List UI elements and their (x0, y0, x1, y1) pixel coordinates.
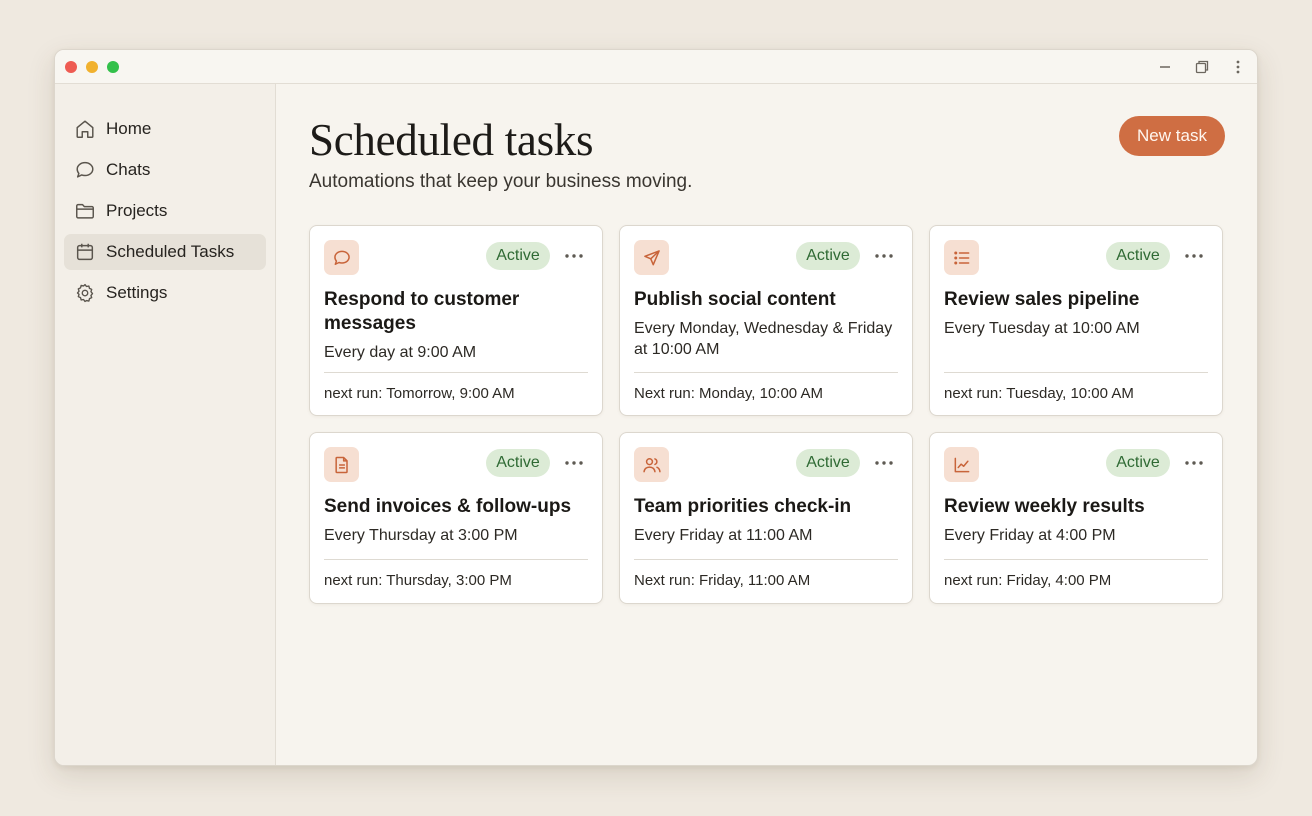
gear-icon (74, 282, 96, 304)
task-card[interactable]: Active Publish social content Every Mond… (619, 225, 913, 416)
task-next-run: next run: Friday, 4:00 PM (944, 572, 1112, 589)
close-window-button[interactable] (65, 61, 77, 73)
more-horizontal-icon[interactable] (1182, 451, 1206, 475)
sidebar-item-chats[interactable]: Chats (64, 152, 266, 188)
sidebar-item-home[interactable]: Home (64, 111, 266, 147)
task-title: Respond to customer messages (324, 289, 520, 334)
line-chart-icon (944, 447, 979, 482)
status-badge: Active (1106, 242, 1170, 270)
card-divider (944, 372, 1208, 373)
calendar-icon (74, 241, 96, 263)
card-divider (324, 372, 588, 373)
sidebar-item-label: Home (106, 119, 152, 138)
send-icon (634, 240, 669, 275)
task-next-run: next run: Tuesday, 10:00 AM (944, 385, 1134, 402)
title-bar (55, 50, 1257, 84)
task-schedule: Every Monday, Wednesday & Friday at 10:0… (634, 320, 893, 358)
more-vertical-icon[interactable] (1229, 58, 1247, 76)
task-schedule: Every Thursday at 3:00 PM (324, 527, 518, 544)
task-schedule: Every day at 9:00 AM (324, 344, 477, 361)
users-icon (634, 447, 669, 482)
status-badge: Active (796, 242, 860, 270)
card-divider (324, 559, 588, 560)
task-card[interactable]: Active Review weekly results Every Frida… (929, 432, 1223, 604)
task-next-run: next run: Tomorrow, 9:00 AM (324, 385, 515, 402)
restore-icon[interactable] (1193, 58, 1211, 76)
new-task-button[interactable]: New task (1119, 116, 1225, 156)
task-card[interactable]: Active Respond to customer messages Ever… (309, 225, 603, 416)
minimize-window-button[interactable] (86, 61, 98, 73)
task-next-run: Next run: Monday, 10:00 AM (634, 385, 823, 402)
status-badge: Active (1106, 449, 1170, 477)
zoom-window-button[interactable] (107, 61, 119, 73)
minimize-icon[interactable] (1156, 58, 1174, 76)
more-horizontal-icon[interactable] (872, 244, 896, 268)
task-schedule: Every Friday at 11:00 AM (634, 527, 813, 544)
main-content: Scheduled tasks Automations that keep yo… (277, 84, 1257, 765)
sidebar-item-label: Scheduled Tasks (106, 242, 235, 261)
sidebar-item-projects[interactable]: Projects (64, 193, 266, 229)
task-title: Send invoices & follow-ups (324, 496, 572, 517)
app-window: Home Chats Projects Scheduled Tasks Sett… (54, 49, 1258, 766)
more-horizontal-icon[interactable] (562, 451, 586, 475)
document-icon (324, 447, 359, 482)
more-horizontal-icon[interactable] (872, 451, 896, 475)
task-schedule: Every Friday at 4:00 PM (944, 527, 1116, 544)
status-badge: Active (486, 449, 550, 477)
more-horizontal-icon[interactable] (562, 244, 586, 268)
sidebar: Home Chats Projects Scheduled Tasks Sett… (55, 84, 276, 765)
folder-icon (74, 200, 96, 222)
page-title: Scheduled tasks (309, 115, 594, 165)
task-title: Publish social content (634, 289, 836, 310)
chat-bubble-icon (74, 159, 96, 181)
task-title: Team priorities check-in (634, 496, 852, 517)
task-next-run: Next run: Friday, 11:00 AM (634, 572, 811, 589)
task-card[interactable]: Active Send invoices & follow-ups Every … (309, 432, 603, 604)
more-horizontal-icon[interactable] (1182, 244, 1206, 268)
task-next-run: next run: Thursday, 3:00 PM (324, 572, 512, 589)
sidebar-item-label: Settings (106, 283, 168, 302)
chat-bubble-icon (324, 240, 359, 275)
card-divider (634, 372, 898, 373)
sidebar-item-settings[interactable]: Settings (64, 275, 266, 311)
card-divider (944, 559, 1208, 560)
sidebar-item-label: Projects (106, 201, 168, 220)
task-schedule: Every Tuesday at 10:00 AM (944, 320, 1140, 337)
task-card[interactable]: Active Team priorities check-in Every Fr… (619, 432, 913, 604)
status-badge: Active (486, 242, 550, 270)
card-divider (634, 559, 898, 560)
status-badge: Active (796, 449, 860, 477)
list-icon (944, 240, 979, 275)
home-icon (74, 118, 96, 140)
sidebar-item-scheduled-tasks[interactable]: Scheduled Tasks (64, 234, 266, 270)
task-title: Review weekly results (944, 496, 1145, 517)
task-card[interactable]: Active Review sales pipeline Every Tuesd… (929, 225, 1223, 416)
task-title: Review sales pipeline (944, 289, 1140, 310)
sidebar-item-label: Chats (106, 160, 151, 179)
page-subtitle: Automations that keep your business movi… (309, 171, 693, 192)
